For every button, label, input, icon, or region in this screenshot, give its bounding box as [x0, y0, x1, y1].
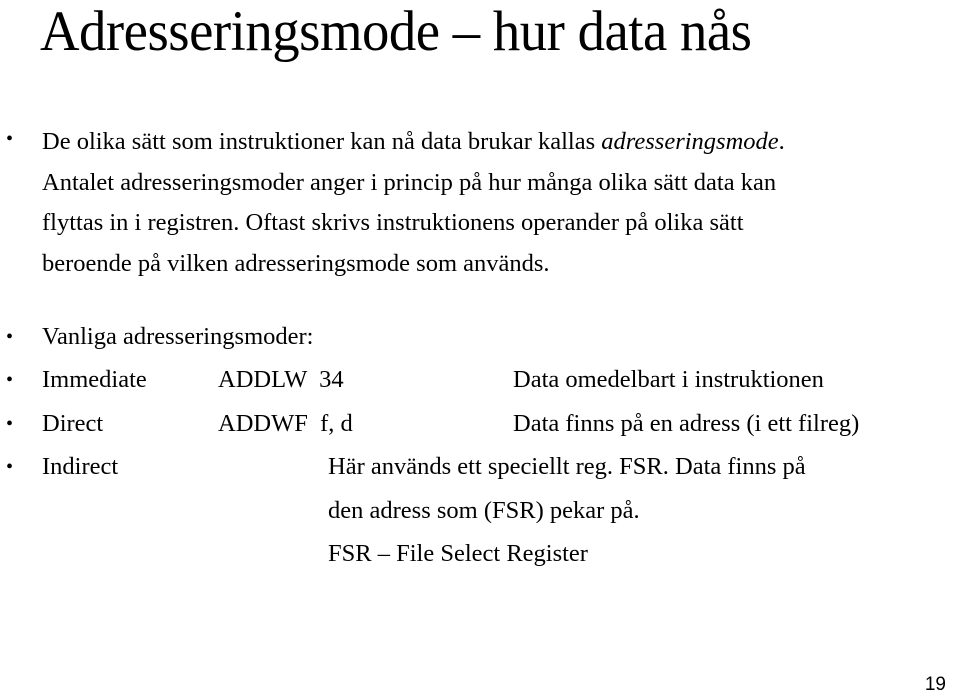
bullet-icon: • — [6, 456, 14, 478]
bullet-icon: • — [6, 128, 14, 150]
intro-line: De olika sätt som instruktioner kan nå d… — [42, 128, 785, 155]
mode-description: FSR – File Select Register — [328, 540, 588, 567]
bullet-icon: • — [6, 326, 14, 348]
mode-description: Data omedelbart i instruktionen — [513, 366, 824, 393]
page-number: 19 — [924, 674, 946, 695]
intro-paragraph: De olika sätt som instruktioner kan nå d… — [42, 122, 960, 284]
slide-title: Adresseringsmode – hur data nås — [40, 0, 752, 63]
mode-example: ADDLW 34 — [218, 366, 344, 393]
term-adresseringsmode: adresseringsmode — [601, 128, 779, 155]
mode-description: den adress som (FSR) pekar på. — [328, 497, 640, 524]
modes-heading: Vanliga adresseringsmoder: — [42, 323, 314, 350]
intro-line: flyttas in i registren. Oftast skrivs in… — [42, 209, 744, 236]
mode-name: Direct — [42, 410, 104, 437]
mode-description: Här används ett speciellt reg. FSR. Data… — [328, 453, 806, 480]
intro-line: beroende på vilken adresseringsmode som … — [42, 249, 550, 277]
mode-description: Data finns på en adress (i ett filreg) — [513, 410, 860, 437]
mode-name: Immediate — [42, 366, 147, 393]
bullet-icon: • — [6, 369, 14, 391]
mode-example: ADDWF f, d — [218, 410, 353, 437]
mode-name: Indirect — [42, 453, 119, 480]
bullet-icon: • — [6, 413, 14, 435]
intro-line: Antalet adresseringsmoder anger i princi… — [42, 168, 777, 196]
